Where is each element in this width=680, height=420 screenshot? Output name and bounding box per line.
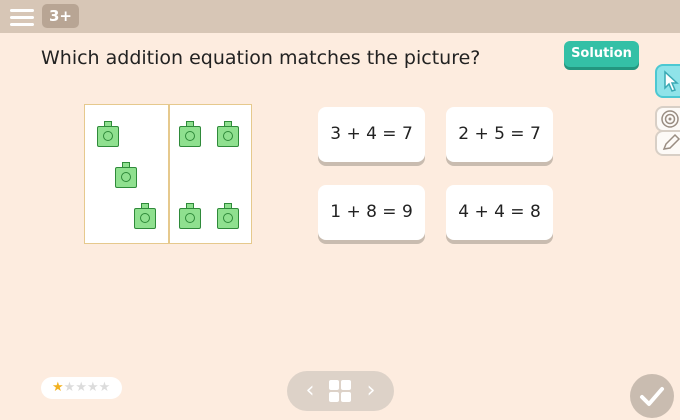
star-icon: ★ — [52, 380, 64, 395]
group-divider — [168, 105, 170, 243]
block-icon — [134, 203, 156, 229]
block-icon — [97, 121, 119, 147]
block-icon — [179, 121, 201, 147]
question-text: Which addition equation matches the pict… — [41, 47, 481, 69]
block-icon — [217, 121, 239, 147]
chevron-right-icon[interactable]: › — [358, 377, 384, 405]
check-button[interactable] — [630, 374, 674, 418]
answer-option[interactable]: 3 + 4 = 7 — [318, 107, 425, 162]
answer-option[interactable]: 2 + 5 = 7 — [446, 107, 553, 162]
top-bar: 3+ — [0, 0, 680, 33]
check-icon — [640, 387, 664, 406]
question-navigation: ‹ › — [287, 371, 394, 411]
answer-option[interactable]: 1 + 8 = 9 — [318, 185, 425, 240]
blocks-picture — [84, 104, 252, 244]
block-icon — [179, 203, 201, 229]
star-icon: ★ — [75, 380, 87, 395]
star-icon: ★ — [98, 380, 111, 395]
tool-palette — [655, 64, 680, 156]
chevron-left-icon[interactable]: ‹ — [297, 377, 323, 405]
answer-option[interactable]: 4 + 4 = 8 — [446, 185, 553, 240]
level-badge: 3+ — [42, 4, 79, 28]
star-icon: ★ — [63, 380, 76, 395]
star-rating: ★★★★★ — [41, 377, 122, 399]
pointer-tool-icon[interactable] — [655, 64, 680, 98]
star-icon: ★ — [86, 380, 99, 395]
target-tool-icon[interactable] — [655, 106, 680, 132]
menu-icon[interactable] — [10, 7, 34, 27]
block-icon — [217, 203, 239, 229]
pencil-tool-icon[interactable] — [655, 130, 680, 156]
grid-icon[interactable] — [329, 380, 351, 402]
block-icon — [115, 162, 137, 188]
solution-button[interactable]: Solution — [564, 41, 639, 67]
